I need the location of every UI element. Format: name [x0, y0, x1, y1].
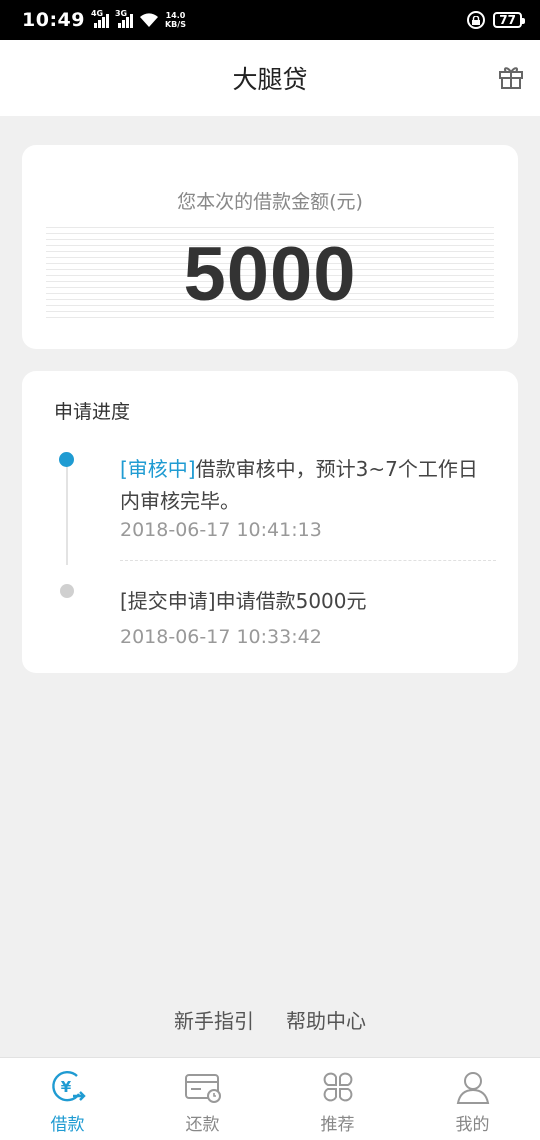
signal-4g-icon: 4G [91, 9, 109, 28]
gift-icon[interactable] [498, 64, 524, 90]
footer-links: 新手指引 帮助中心 [0, 1005, 540, 1034]
timeline-dot-done [60, 584, 74, 598]
loan-amount-value: 5000 [183, 232, 357, 317]
progress-text-submitted: 申请借款5000元 [215, 589, 367, 613]
beginner-guide-link[interactable]: 新手指引 [174, 1005, 254, 1034]
progress-title: 申请进度 [54, 401, 131, 423]
help-center-link[interactable]: 帮助中心 [286, 1005, 366, 1034]
tab-loan[interactable]: ¥ 借款 [0, 1058, 135, 1140]
application-progress-card: 申请进度 [审核中]借款审核中，预计3~7个工作日内审核完毕。 2018-06-… [22, 371, 518, 673]
profile-icon [456, 1072, 489, 1104]
page-title: 大腿贷 [232, 65, 308, 94]
net-speed: 14.0 KB/S [164, 11, 186, 29]
progress-item-submitted: [提交申请]申请借款5000元 [120, 585, 490, 617]
bottom-tab-bar: ¥ 借款 还款 推荐 我的 [0, 1057, 540, 1140]
loan-amount-card: 您本次的借款金额(元) 5000 [22, 145, 518, 349]
timeline-line [66, 461, 68, 565]
tab-recommend[interactable]: 推荐 [270, 1058, 405, 1140]
progress-status-reviewing: [审核中] [120, 457, 196, 481]
loan-icon: ¥ [51, 1071, 86, 1102]
rotation-lock-icon [467, 11, 486, 29]
status-bar: 10:49 4G 3G 14.0 KB/S 77 [0, 0, 540, 40]
battery-icon: 77 [493, 12, 525, 28]
app-header: 大腿贷 [0, 40, 540, 116]
svg-text:¥: ¥ [60, 1078, 71, 1096]
signal-3g-icon: 3G [115, 9, 133, 28]
tab-repay[interactable]: 还款 [135, 1058, 270, 1140]
progress-time-submitted: 2018-06-17 10:33:42 [120, 626, 322, 648]
timeline-dot-active [59, 452, 74, 467]
status-time: 10:49 [22, 9, 85, 31]
loan-amount-label: 您本次的借款金额(元) [177, 191, 363, 213]
progress-divider [120, 560, 496, 561]
progress-item-reviewing: [审核中]借款审核中，预计3~7个工作日内审核完毕。 [120, 453, 490, 517]
repay-icon [184, 1074, 221, 1103]
tab-profile[interactable]: 我的 [405, 1058, 540, 1140]
progress-status-submitted: [提交申请] [120, 589, 216, 613]
wifi-icon [139, 13, 158, 27]
progress-time-reviewing: 2018-06-17 10:41:13 [120, 519, 322, 541]
recommend-icon [323, 1072, 352, 1102]
